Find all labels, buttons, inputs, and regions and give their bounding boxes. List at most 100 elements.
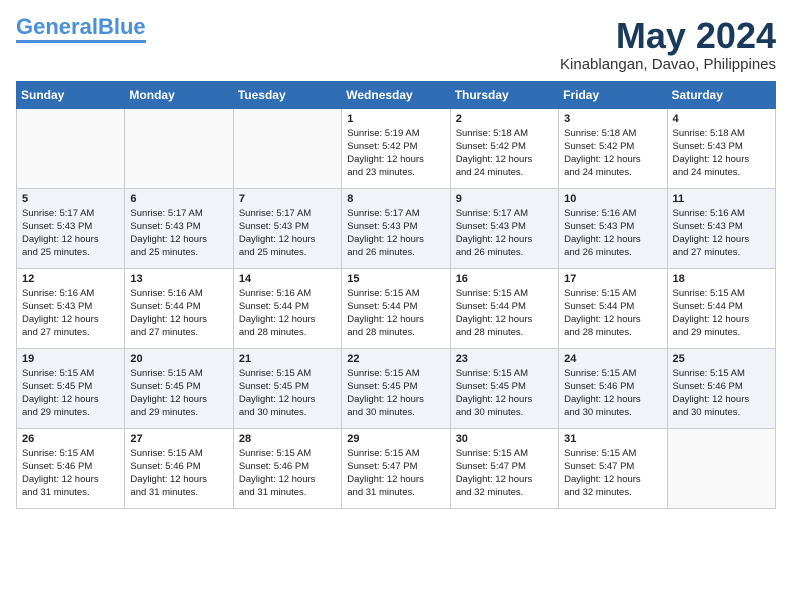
day-info: Sunrise: 5:18 AM Sunset: 5:43 PM Dayligh…	[673, 127, 770, 180]
day-info: Sunrise: 5:15 AM Sunset: 5:46 PM Dayligh…	[22, 447, 119, 500]
table-row: 4 Sunrise: 5:18 AM Sunset: 5:43 PM Daylig…	[667, 108, 775, 188]
day-info: Sunrise: 5:18 AM Sunset: 5:42 PM Dayligh…	[456, 127, 553, 180]
day-number: 25	[673, 353, 770, 365]
day-info: Sunrise: 5:15 AM Sunset: 5:45 PM Dayligh…	[456, 367, 553, 420]
location: Kinablangan, Davao, Philippines	[560, 56, 776, 73]
col-wednesday: Wednesday	[342, 81, 450, 108]
week-row-1: 5Sunrise: 5:17 AM Sunset: 5:43 PM Daylig…	[17, 188, 776, 268]
table-row: 25 Sunrise: 5:15 AM Sunset: 5:46 PM Dayli…	[667, 348, 775, 428]
col-thursday: Thursday	[450, 81, 558, 108]
col-sunday: Sunday	[17, 81, 125, 108]
day-number: 9	[456, 193, 553, 205]
page-header: GeneralBlue May 2024 Kinablangan, Davao,…	[16, 16, 776, 73]
col-saturday: Saturday	[667, 81, 775, 108]
table-row: 3 Sunrise: 5:18 AM Sunset: 5:42 PM Daylig…	[559, 108, 667, 188]
week-row-0: 1 Sunrise: 5:19 AM Sunset: 5:42 PM Daylig…	[17, 108, 776, 188]
day-number: 30	[456, 433, 553, 445]
day-info: Sunrise: 5:15 AM Sunset: 5:47 PM Dayligh…	[456, 447, 553, 500]
table-row	[17, 108, 125, 188]
day-info: Sunrise: 5:16 AM Sunset: 5:44 PM Dayligh…	[130, 287, 227, 340]
day-info: Sunrise: 5:15 AM Sunset: 5:46 PM Dayligh…	[564, 367, 661, 420]
day-info: Sunrise: 5:15 AM Sunset: 5:46 PM Dayligh…	[239, 447, 336, 500]
col-monday: Monday	[125, 81, 233, 108]
day-number: 28	[239, 433, 336, 445]
day-number: 1	[347, 113, 444, 125]
table-row: 26Sunrise: 5:15 AM Sunset: 5:46 PM Dayli…	[17, 428, 125, 508]
logo-blue: Blue	[98, 14, 146, 39]
day-info: Sunrise: 5:19 AM Sunset: 5:42 PM Dayligh…	[347, 127, 444, 180]
day-info: Sunrise: 5:16 AM Sunset: 5:44 PM Dayligh…	[239, 287, 336, 340]
day-info: Sunrise: 5:16 AM Sunset: 5:43 PM Dayligh…	[673, 207, 770, 260]
day-number: 12	[22, 273, 119, 285]
header-row: Sunday Monday Tuesday Wednesday Thursday…	[17, 81, 776, 108]
table-row: 31 Sunrise: 5:15 AM Sunset: 5:47 PM Dayli…	[559, 428, 667, 508]
day-info: Sunrise: 5:15 AM Sunset: 5:46 PM Dayligh…	[673, 367, 770, 420]
table-row: 13Sunrise: 5:16 AM Sunset: 5:44 PM Dayli…	[125, 268, 233, 348]
table-row: 28 Sunrise: 5:15 AM Sunset: 5:46 PM Dayli…	[233, 428, 341, 508]
table-row: 2 Sunrise: 5:18 AM Sunset: 5:42 PM Daylig…	[450, 108, 558, 188]
day-number: 3	[564, 113, 661, 125]
day-number: 14	[239, 273, 336, 285]
day-info: Sunrise: 5:15 AM Sunset: 5:44 PM Dayligh…	[347, 287, 444, 340]
day-info: Sunrise: 5:17 AM Sunset: 5:43 PM Dayligh…	[239, 207, 336, 260]
day-number: 23	[456, 353, 553, 365]
table-row: 18 Sunrise: 5:15 AM Sunset: 5:44 PM Dayli…	[667, 268, 775, 348]
table-row: 7 Sunrise: 5:17 AM Sunset: 5:43 PM Daylig…	[233, 188, 341, 268]
day-info: Sunrise: 5:15 AM Sunset: 5:44 PM Dayligh…	[564, 287, 661, 340]
day-info: Sunrise: 5:15 AM Sunset: 5:46 PM Dayligh…	[130, 447, 227, 500]
table-row: 10 Sunrise: 5:16 AM Sunset: 5:43 PM Dayli…	[559, 188, 667, 268]
day-number: 2	[456, 113, 553, 125]
table-row: 19 Sunrise: 5:15 AM Sunset: 5:45 PM Dayli…	[17, 348, 125, 428]
table-row	[125, 108, 233, 188]
table-row	[233, 108, 341, 188]
day-info: Sunrise: 5:15 AM Sunset: 5:45 PM Dayligh…	[22, 367, 119, 420]
table-row: 20 Sunrise: 5:15 AM Sunset: 5:45 PM Dayli…	[125, 348, 233, 428]
table-row: 30 Sunrise: 5:15 AM Sunset: 5:47 PM Dayli…	[450, 428, 558, 508]
table-row: 21 Sunrise: 5:15 AM Sunset: 5:45 PM Dayli…	[233, 348, 341, 428]
day-number: 20	[130, 353, 227, 365]
day-info: Sunrise: 5:15 AM Sunset: 5:45 PM Dayligh…	[347, 367, 444, 420]
day-number: 18	[673, 273, 770, 285]
day-info: Sunrise: 5:15 AM Sunset: 5:45 PM Dayligh…	[130, 367, 227, 420]
col-friday: Friday	[559, 81, 667, 108]
table-row: 11 Sunrise: 5:16 AM Sunset: 5:43 PM Dayli…	[667, 188, 775, 268]
day-number: 7	[239, 193, 336, 205]
day-info: Sunrise: 5:15 AM Sunset: 5:44 PM Dayligh…	[673, 287, 770, 340]
month-year: May 2024	[560, 16, 776, 56]
day-info: Sunrise: 5:15 AM Sunset: 5:44 PM Dayligh…	[456, 287, 553, 340]
table-row: 5Sunrise: 5:17 AM Sunset: 5:43 PM Daylig…	[17, 188, 125, 268]
day-number: 19	[22, 353, 119, 365]
week-row-4: 26Sunrise: 5:15 AM Sunset: 5:46 PM Dayli…	[17, 428, 776, 508]
day-number: 21	[239, 353, 336, 365]
table-row: 15 Sunrise: 5:15 AM Sunset: 5:44 PM Dayli…	[342, 268, 450, 348]
day-info: Sunrise: 5:17 AM Sunset: 5:43 PM Dayligh…	[347, 207, 444, 260]
table-row: 1 Sunrise: 5:19 AM Sunset: 5:42 PM Daylig…	[342, 108, 450, 188]
day-number: 4	[673, 113, 770, 125]
day-info: Sunrise: 5:18 AM Sunset: 5:42 PM Dayligh…	[564, 127, 661, 180]
day-info: Sunrise: 5:15 AM Sunset: 5:47 PM Dayligh…	[564, 447, 661, 500]
table-row: 17 Sunrise: 5:15 AM Sunset: 5:44 PM Dayli…	[559, 268, 667, 348]
logo-underline	[16, 40, 146, 43]
col-tuesday: Tuesday	[233, 81, 341, 108]
day-number: 17	[564, 273, 661, 285]
day-info: Sunrise: 5:15 AM Sunset: 5:45 PM Dayligh…	[239, 367, 336, 420]
day-number: 22	[347, 353, 444, 365]
day-info: Sunrise: 5:17 AM Sunset: 5:43 PM Dayligh…	[22, 207, 119, 260]
table-row: 22 Sunrise: 5:15 AM Sunset: 5:45 PM Dayli…	[342, 348, 450, 428]
day-info: Sunrise: 5:17 AM Sunset: 5:43 PM Dayligh…	[130, 207, 227, 260]
logo-general: General	[16, 14, 98, 39]
day-info: Sunrise: 5:16 AM Sunset: 5:43 PM Dayligh…	[22, 287, 119, 340]
day-number: 11	[673, 193, 770, 205]
title-area: May 2024 Kinablangan, Davao, Philippines	[560, 16, 776, 73]
calendar-table: Sunday Monday Tuesday Wednesday Thursday…	[16, 81, 776, 509]
table-row	[667, 428, 775, 508]
week-row-2: 12 Sunrise: 5:16 AM Sunset: 5:43 PM Dayli…	[17, 268, 776, 348]
table-row: 8Sunrise: 5:17 AM Sunset: 5:43 PM Daylig…	[342, 188, 450, 268]
day-number: 31	[564, 433, 661, 445]
day-number: 10	[564, 193, 661, 205]
table-row: 24Sunrise: 5:15 AM Sunset: 5:46 PM Dayli…	[559, 348, 667, 428]
day-info: Sunrise: 5:16 AM Sunset: 5:43 PM Dayligh…	[564, 207, 661, 260]
day-info: Sunrise: 5:17 AM Sunset: 5:43 PM Dayligh…	[456, 207, 553, 260]
day-number: 15	[347, 273, 444, 285]
table-row: 29Sunrise: 5:15 AM Sunset: 5:47 PM Dayli…	[342, 428, 450, 508]
